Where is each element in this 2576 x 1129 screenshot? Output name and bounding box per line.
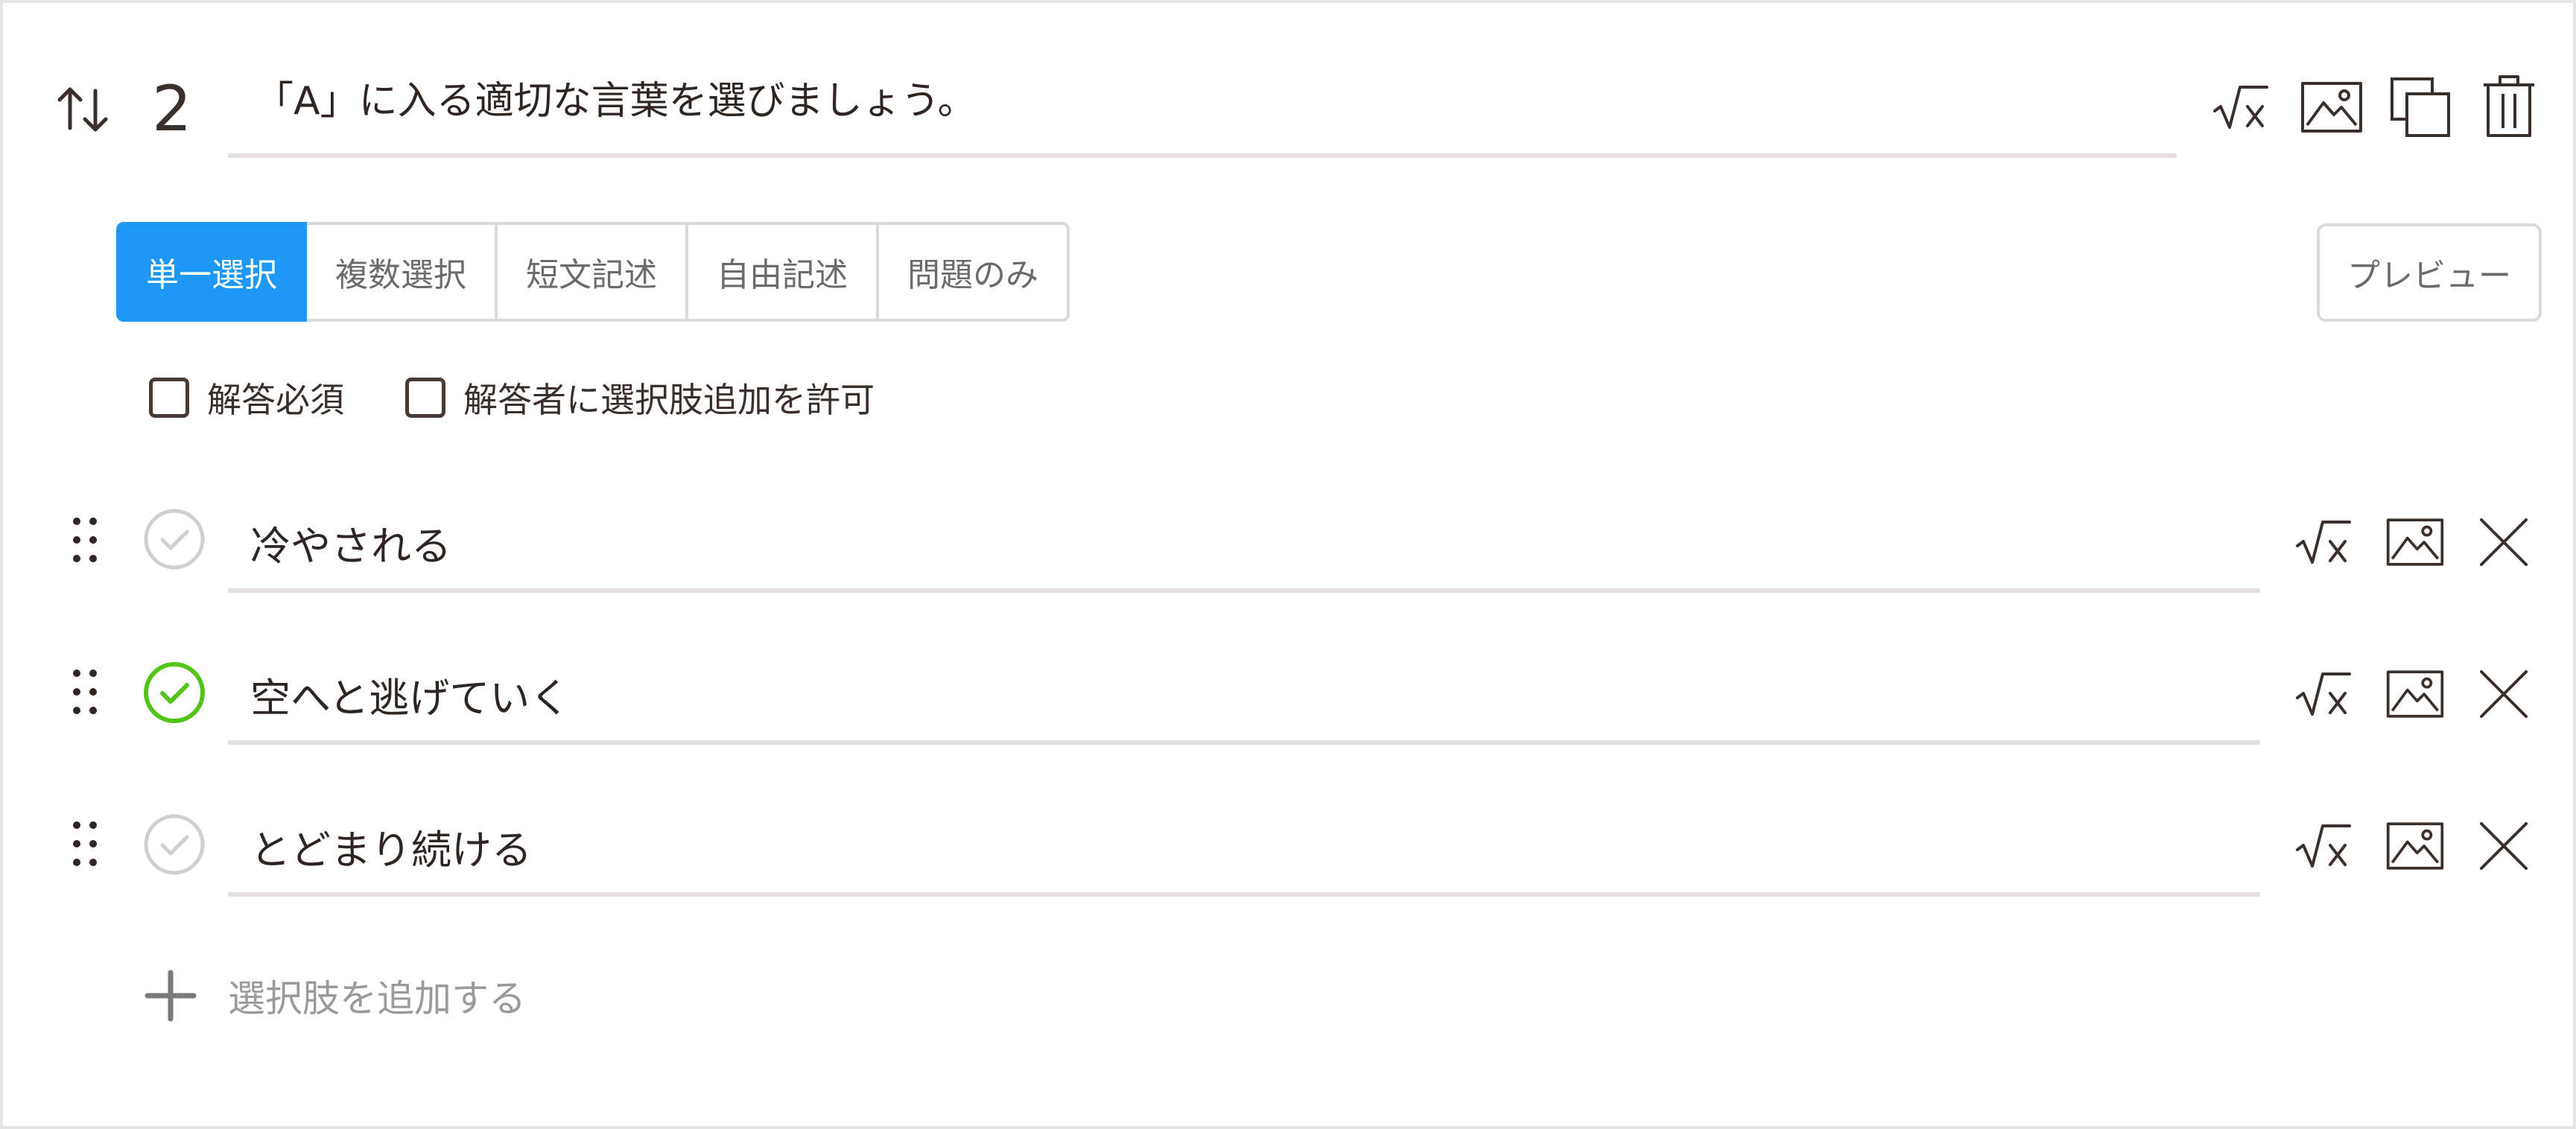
tab-single-choice[interactable]: 単一選択 xyxy=(116,222,307,322)
close-icon xyxy=(2480,822,2528,870)
sqrt-x-icon xyxy=(2213,86,2268,129)
drag-handle-icon[interactable] xyxy=(70,667,100,716)
copy-icon xyxy=(2391,77,2450,137)
question-text: 「A」に入る適切な言葉を選びましょう。 xyxy=(255,79,977,124)
drag-handle-icon[interactable] xyxy=(70,819,100,868)
image-icon xyxy=(2386,518,2444,566)
choice-image-button[interactable] xyxy=(2379,810,2451,882)
choice-formula-button[interactable] xyxy=(2287,810,2358,882)
trash-icon xyxy=(2484,75,2534,137)
allow-add-choice-checkbox-row[interactable]: 解答者に選択肢追加を許可 xyxy=(405,373,875,422)
remove-choice-button[interactable] xyxy=(2468,506,2539,578)
add-choice-label: 選択肢を追加する xyxy=(228,977,526,1020)
add-choice-button[interactable]: 選択肢を追加する xyxy=(143,968,526,1023)
image-icon xyxy=(2386,670,2444,718)
choice-formula-button[interactable] xyxy=(2287,658,2358,730)
tab-question-only[interactable]: 問題のみ xyxy=(879,222,1070,322)
choice-text-input[interactable]: とどまり続ける xyxy=(228,812,2260,897)
formula-button[interactable] xyxy=(2204,71,2276,143)
insert-image-button[interactable] xyxy=(2296,71,2367,143)
correct-answer-toggle[interactable] xyxy=(143,813,206,876)
delete-question-button[interactable] xyxy=(2473,70,2545,141)
sqrt-x-icon xyxy=(2296,824,2351,868)
sqrt-x-icon xyxy=(2296,521,2351,564)
close-icon xyxy=(2480,670,2528,718)
required-checkbox-row[interactable]: 解答必須 xyxy=(149,373,344,422)
duplicate-button[interactable] xyxy=(2385,71,2456,143)
required-checkbox[interactable] xyxy=(149,378,189,418)
plus-icon xyxy=(145,970,197,1022)
choice-image-button[interactable] xyxy=(2379,658,2451,730)
choice-image-button[interactable] xyxy=(2379,506,2451,578)
question-number: 2 xyxy=(152,72,192,145)
check-circle-icon xyxy=(144,662,205,723)
choice-formula-button[interactable] xyxy=(2287,506,2358,578)
drag-handle-icon[interactable] xyxy=(70,515,100,564)
preview-button[interactable]: プレビュー xyxy=(2317,223,2542,322)
remove-choice-button[interactable] xyxy=(2468,658,2539,730)
question-editor-card: 2 「A」に入る適切な言葉を選びましょう。 単一選択 複数選択 短文記述 自由記… xyxy=(0,0,2576,1129)
image-icon xyxy=(2386,822,2444,870)
choice-text-input[interactable]: 空へと逃げていく xyxy=(228,660,2260,745)
close-icon xyxy=(2480,518,2528,566)
remove-choice-button[interactable] xyxy=(2468,810,2539,882)
question-text-input[interactable]: 「A」に入る適切な言葉を選びましょう。 xyxy=(228,60,2177,158)
image-icon xyxy=(2301,82,2362,133)
allow-add-choice-label: 解答者に選択肢追加を許可 xyxy=(463,380,875,420)
sqrt-x-icon xyxy=(2296,672,2351,716)
sort-arrows-icon[interactable] xyxy=(54,80,112,139)
correct-answer-toggle[interactable] xyxy=(143,661,206,724)
tab-short-answer[interactable]: 短文記述 xyxy=(498,222,688,322)
choice-text-input[interactable]: 冷やされる xyxy=(228,508,2260,593)
tab-free-text[interactable]: 自由記述 xyxy=(688,222,879,322)
choice-text: とどまり続ける xyxy=(250,827,532,874)
check-circle-icon xyxy=(144,814,205,875)
choice-text: 冷やされる xyxy=(250,523,451,570)
required-label: 解答必須 xyxy=(207,380,344,420)
question-type-tabs: 単一選択 複数選択 短文記述 自由記述 問題のみ xyxy=(116,222,1070,322)
correct-answer-toggle[interactable] xyxy=(143,508,206,570)
tab-multiple-choice[interactable]: 複数選択 xyxy=(307,222,498,322)
choice-text: 空へと逃げていく xyxy=(250,675,571,722)
check-circle-icon xyxy=(144,509,205,570)
allow-add-choice-checkbox[interactable] xyxy=(405,378,445,418)
